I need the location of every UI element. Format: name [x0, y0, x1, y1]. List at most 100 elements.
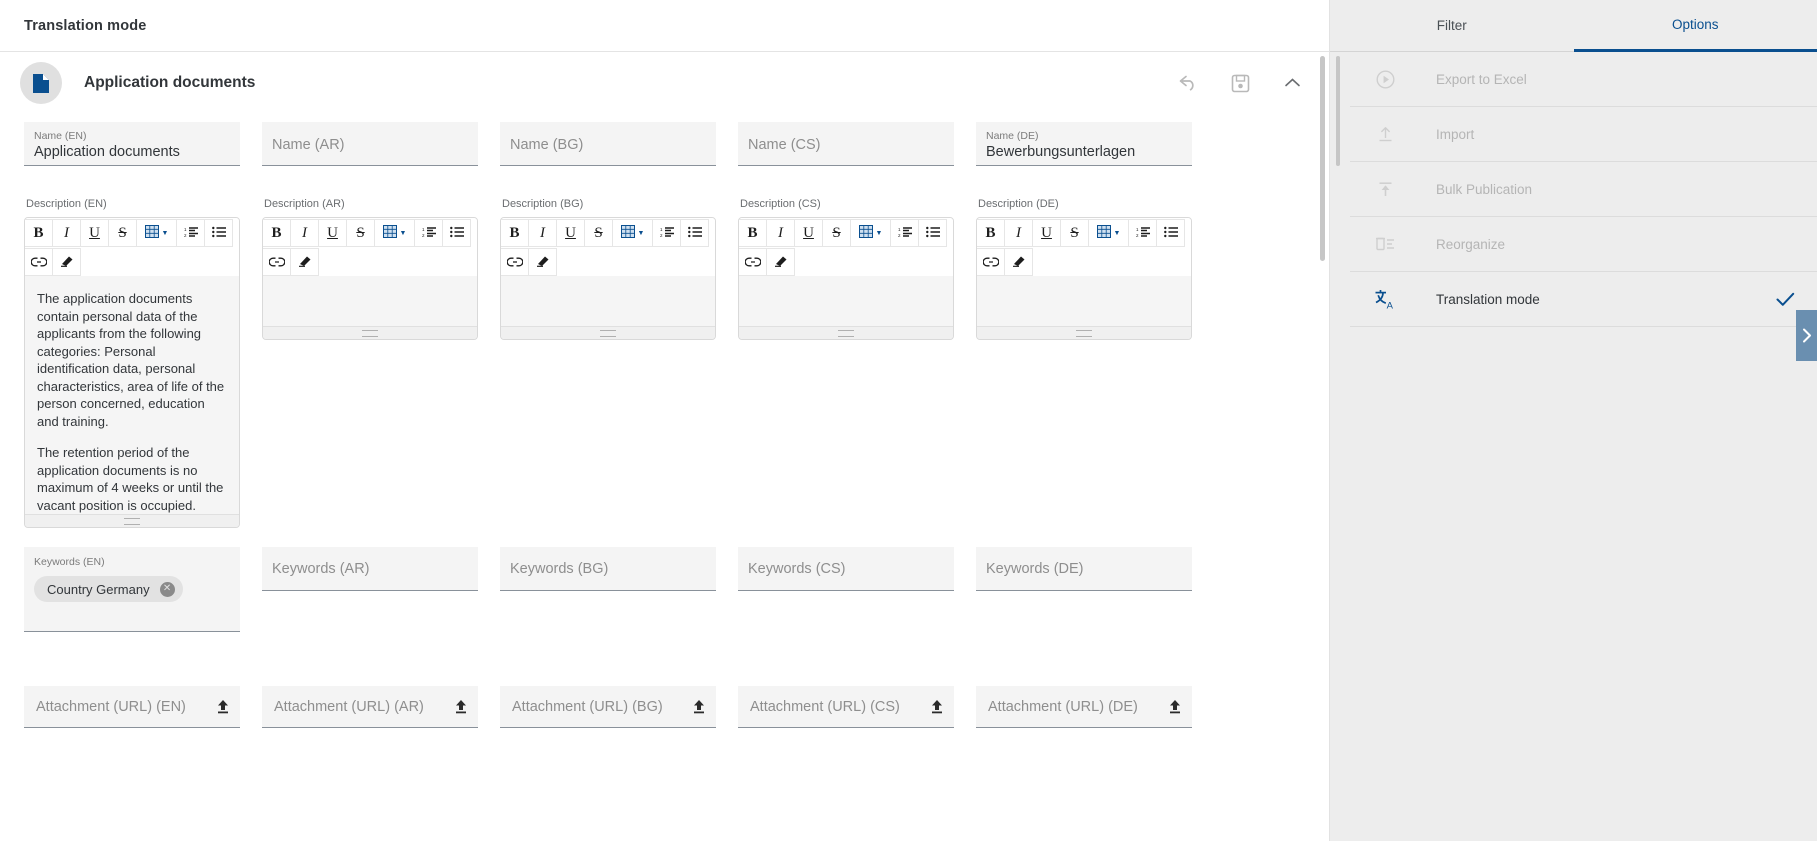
option-import[interactable]: Import: [1350, 107, 1817, 162]
bold-icon: B: [747, 224, 758, 241]
table-button[interactable]: ▼: [374, 219, 415, 247]
rte-resize-handle-ar[interactable]: [263, 326, 477, 339]
tab-filter[interactable]: Filter: [1330, 0, 1574, 52]
underline-button[interactable]: U: [794, 219, 823, 247]
description-label-cs: Description (CS): [740, 198, 821, 210]
attachment-field-cs[interactable]: Attachment (URL) (CS): [738, 686, 954, 728]
bold-button[interactable]: B: [977, 219, 1005, 247]
clear-formatting-button[interactable]: [1004, 248, 1033, 276]
strikethrough-icon: S: [594, 224, 603, 241]
underline-button[interactable]: U: [318, 219, 347, 247]
unordered-list-button[interactable]: [442, 219, 471, 247]
underline-button[interactable]: U: [556, 219, 585, 247]
rte-resize-handle-bg[interactable]: [501, 326, 715, 339]
column-cs: Name (CS): [738, 122, 954, 166]
name-field-ar[interactable]: Name (AR): [262, 122, 478, 166]
table-button[interactable]: ▼: [850, 219, 891, 247]
rte-content-en[interactable]: The application documents contain person…: [25, 276, 239, 514]
link-button[interactable]: [739, 248, 767, 276]
chevron-up-icon[interactable]: [1279, 70, 1305, 96]
keywords-field-ar[interactable]: Keywords (AR): [262, 547, 478, 591]
italic-button[interactable]: I: [52, 219, 81, 247]
link-button[interactable]: [263, 248, 291, 276]
ordered-list-button[interactable]: 1 2: [414, 219, 443, 247]
option-export-to-excel[interactable]: Export to Excel: [1350, 52, 1817, 107]
side-panel-scrollbar-thumb[interactable]: [1336, 56, 1340, 166]
rte-content-ar[interactable]: [263, 276, 477, 326]
rte-content-cs[interactable]: [739, 276, 953, 326]
name-field-de[interactable]: Name (DE) Bewerbungsunterlagen: [976, 122, 1192, 166]
bold-button[interactable]: B: [263, 219, 291, 247]
rte-resize-handle-en[interactable]: [25, 514, 239, 527]
attachment-field-bg[interactable]: Attachment (URL) (BG): [500, 686, 716, 728]
keyword-chip[interactable]: Country Germany ✕: [34, 576, 183, 602]
ordered-list-button[interactable]: 1 2: [652, 219, 681, 247]
unordered-list-button[interactable]: [1156, 219, 1185, 247]
save-icon[interactable]: [1227, 70, 1253, 96]
upload-icon[interactable]: [684, 699, 706, 714]
strikethrough-button[interactable]: S: [1060, 219, 1089, 247]
upload-icon[interactable]: [208, 699, 230, 714]
keywords-cell-en: Keywords (EN) Country Germany ✕: [24, 547, 240, 632]
chevron-down-icon: ▼: [161, 229, 169, 237]
keywords-field-de[interactable]: Keywords (DE): [976, 547, 1192, 591]
clear-formatting-button[interactable]: [290, 248, 319, 276]
clear-formatting-button[interactable]: [766, 248, 795, 276]
strikethrough-button[interactable]: S: [584, 219, 613, 247]
link-button[interactable]: [25, 248, 53, 276]
bold-button[interactable]: B: [739, 219, 767, 247]
strikethrough-button[interactable]: S: [822, 219, 851, 247]
unordered-list-button[interactable]: [680, 219, 709, 247]
strikethrough-button[interactable]: S: [346, 219, 375, 247]
italic-button[interactable]: I: [766, 219, 795, 247]
panel-collapse-handle[interactable]: [1796, 310, 1817, 361]
name-field-cs[interactable]: Name (CS): [738, 122, 954, 166]
attachment-field-ar[interactable]: Attachment (URL) (AR): [262, 686, 478, 728]
rte-resize-handle-de[interactable]: [977, 326, 1191, 339]
option-reorganize[interactable]: Reorganize: [1350, 217, 1817, 272]
italic-button[interactable]: I: [290, 219, 319, 247]
option-translation-mode[interactable]: A Translation mode: [1350, 272, 1817, 327]
strikethrough-button[interactable]: S: [108, 219, 137, 247]
rte-resize-handle-cs[interactable]: [739, 326, 953, 339]
rte-content-bg[interactable]: [501, 276, 715, 326]
keywords-field-cs[interactable]: Keywords (CS): [738, 547, 954, 591]
main-scrollbar[interactable]: [1320, 56, 1325, 826]
italic-button[interactable]: I: [1004, 219, 1033, 247]
keywords-field-en[interactable]: Keywords (EN) Country Germany ✕: [24, 547, 240, 632]
link-button[interactable]: [977, 248, 1005, 276]
attachment-field-de[interactable]: Attachment (URL) (DE): [976, 686, 1192, 728]
italic-icon: I: [302, 224, 307, 241]
unordered-list-button[interactable]: [918, 219, 947, 247]
unordered-list-icon: [449, 225, 464, 241]
upload-icon[interactable]: [922, 699, 944, 714]
upload-icon[interactable]: [446, 699, 468, 714]
attachment-field-en[interactable]: Attachment (URL) (EN): [24, 686, 240, 728]
clear-formatting-button[interactable]: [52, 248, 81, 276]
ordered-list-button[interactable]: 1 2: [176, 219, 205, 247]
underline-button[interactable]: U: [1032, 219, 1061, 247]
svg-text:1: 1: [898, 227, 901, 232]
link-button[interactable]: [501, 248, 529, 276]
tab-options[interactable]: Options: [1573, 0, 1817, 52]
table-button[interactable]: ▼: [1088, 219, 1129, 247]
upload-icon[interactable]: [1160, 699, 1182, 714]
underline-button[interactable]: U: [80, 219, 109, 247]
bold-button[interactable]: B: [501, 219, 529, 247]
bold-button[interactable]: B: [25, 219, 53, 247]
keywords-field-bg[interactable]: Keywords (BG): [500, 547, 716, 591]
remove-keyword-icon[interactable]: ✕: [159, 581, 175, 597]
name-field-bg[interactable]: Name (BG): [500, 122, 716, 166]
main-scrollbar-thumb[interactable]: [1320, 56, 1325, 261]
table-button[interactable]: ▼: [612, 219, 653, 247]
italic-button[interactable]: I: [528, 219, 557, 247]
table-button[interactable]: ▼: [136, 219, 177, 247]
option-bulk-publication[interactable]: Bulk Publication: [1350, 162, 1817, 217]
clear-formatting-button[interactable]: [528, 248, 557, 276]
unordered-list-button[interactable]: [204, 219, 233, 247]
undo-icon[interactable]: [1175, 70, 1201, 96]
ordered-list-button[interactable]: 1 2: [890, 219, 919, 247]
name-field-en[interactable]: Name (EN) Application documents: [24, 122, 240, 166]
ordered-list-button[interactable]: 1 2: [1128, 219, 1157, 247]
rte-content-de[interactable]: [977, 276, 1191, 326]
